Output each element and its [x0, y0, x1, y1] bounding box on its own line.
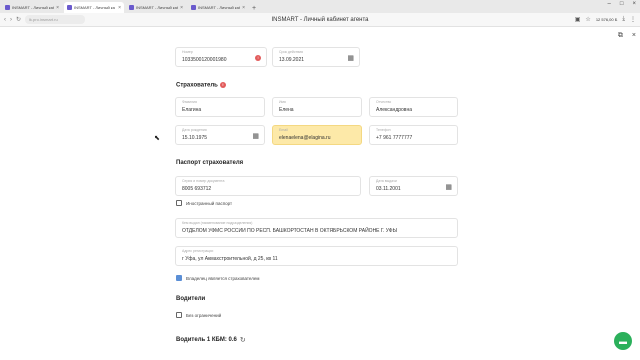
forward-icon[interactable]: ›	[10, 17, 12, 23]
document-date-field[interactable]: Срок действия 13.09.2021 ▦	[272, 47, 360, 67]
field-value: Елагина	[182, 107, 202, 113]
field-label: Email	[279, 128, 288, 132]
unlimited-drivers-checkbox[interactable]: Без ограничений	[176, 312, 221, 318]
field-label: Имя	[279, 100, 286, 104]
window-controls: – □ ×	[608, 1, 636, 7]
field-label: Серия и номер документа	[182, 179, 225, 183]
tab-label: INSMART - Личный кабин	[12, 5, 54, 10]
minimize-icon[interactable]: –	[608, 1, 611, 7]
new-tab-icon[interactable]: +	[252, 5, 256, 12]
checkbox-label: Владелец является страхователем	[186, 275, 260, 281]
address-bar: ‹ › ↻ lk.pro.insmart.ru INSMART - Личный…	[0, 13, 640, 27]
tab-close-icon[interactable]: ×	[118, 5, 121, 11]
checkbox-label: Иностранный паспорт	[186, 200, 233, 206]
field-value: Елена	[279, 107, 294, 113]
balance-badge[interactable]: 12 576,00 Б	[596, 17, 618, 22]
field-label: Отчество	[376, 100, 392, 104]
phone-field[interactable]: Телефон +7 961 7777777	[369, 125, 458, 145]
owner-is-insured-checkbox[interactable]: Владелец является страхователем	[176, 275, 260, 281]
passport-series-field[interactable]: Серия и номер документа 8005 693712	[175, 176, 361, 196]
field-value: 1033500120001980	[182, 57, 227, 63]
tab-label: INSMART - Личный каб	[198, 5, 241, 10]
patronymic-field[interactable]: Отчество Александровна	[369, 97, 458, 117]
calendar-icon[interactable]: ▦	[445, 183, 452, 191]
chat-bubble-icon: ▬	[619, 336, 627, 346]
maximize-icon[interactable]: □	[620, 1, 624, 7]
field-label: Телефон	[376, 128, 391, 132]
field-value: 15.10.1975	[182, 135, 208, 141]
birth-date-field[interactable]: Дата рождения 15.10.1975 ▦	[175, 125, 265, 145]
passport-section-title: Паспорт страхователя	[176, 160, 244, 166]
calendar-icon[interactable]: ▦	[252, 132, 259, 140]
back-icon[interactable]: ‹	[4, 17, 6, 23]
site-favicon-icon	[129, 5, 134, 10]
email-field[interactable]: Email elenaelena@elagina.ru	[272, 125, 362, 145]
field-label: Дата выдачи	[376, 179, 397, 183]
field-label: Номер	[182, 50, 193, 54]
calendar-icon[interactable]: ▦	[347, 54, 354, 62]
field-value: +7 961 7777777	[376, 135, 413, 141]
page-title: INSMART - Личный кабинет агента	[271, 16, 369, 23]
tab-close-icon[interactable]: ×	[242, 5, 245, 11]
side-panel-icons: ⧉ ×	[618, 32, 636, 40]
field-value: Александровна	[376, 107, 412, 113]
field-value: 8005 693712	[182, 186, 212, 192]
field-label: Фамилия	[182, 100, 197, 104]
error-icon: !	[219, 82, 226, 88]
issued-by-field[interactable]: Кем выдан (наименование подразделения) О…	[175, 218, 458, 238]
mouse-cursor-icon: ⬉	[154, 135, 160, 142]
field-value: 13.09.2021	[279, 57, 305, 63]
field-value: 03.11.2001	[376, 186, 401, 192]
checkbox-box[interactable]	[176, 312, 182, 318]
site-favicon-icon	[191, 5, 196, 10]
tab-close-icon[interactable]: ×	[180, 5, 183, 11]
insured-section-title: Страхователь!	[176, 82, 226, 89]
browser-tab-strip: INSMART - Личный кабин × INSMART - Личны…	[0, 0, 640, 13]
toolbar-right: ▣ ☆ 12 576,00 Б ⤓ ⋮	[575, 16, 636, 23]
foreign-passport-checkbox[interactable]: Иностранный паспорт	[176, 200, 232, 206]
first-name-field[interactable]: Имя Елена	[272, 97, 362, 117]
tab-label: INSMART - Личный каб	[136, 5, 179, 10]
close-panel-icon[interactable]: ×	[632, 32, 636, 40]
browser-tab[interactable]: INSMART - Личный каб ×	[126, 2, 186, 13]
field-value: г Уфа, ул Акмахстроительной, д 25, кв 11	[182, 256, 278, 262]
menu-icon[interactable]: ⋮	[630, 16, 636, 23]
site-favicon-icon	[5, 5, 10, 10]
field-label: Срок действия	[279, 50, 303, 54]
last-name-field[interactable]: Фамилия Елагина	[175, 97, 265, 117]
reload-icon[interactable]: ↻	[16, 16, 21, 23]
driver-kbm-text: Водитель 1 КБМ: 0.6	[176, 337, 237, 343]
tab-close-icon[interactable]: ×	[56, 5, 59, 11]
drivers-section-title: Водители	[176, 296, 206, 302]
bookmark-icon[interactable]: ☆	[585, 16, 590, 23]
field-value: ОТДЕЛОМ УФМС РОССИИ ПО РЕСП. БАШКОРТОСТА…	[182, 228, 398, 234]
document-number-field[interactable]: Номер 1033500120001980 !	[175, 47, 267, 67]
registration-address-field[interactable]: Адрес регистрации г Уфа, ул Акмахстроите…	[175, 246, 458, 266]
url-field[interactable]: lk.pro.insmart.ru	[25, 15, 86, 24]
error-icon: !	[255, 55, 261, 61]
browser-tab-active[interactable]: INSMART - Личный ка ×	[64, 2, 124, 13]
checkbox-box[interactable]	[176, 200, 182, 206]
field-label: Адрес регистрации	[182, 249, 214, 253]
checkbox-box[interactable]	[176, 275, 182, 281]
browser-tab[interactable]: INSMART - Личный каб ×	[188, 2, 248, 13]
insured-title-text: Страхователь	[176, 82, 218, 89]
site-favicon-icon	[67, 5, 72, 10]
tab-label: INSMART - Личный ка	[74, 5, 115, 10]
field-label: Кем выдан (наименование подразделения)	[182, 221, 253, 225]
checkbox-label: Без ограничений	[186, 312, 222, 318]
passport-issue-date-field[interactable]: Дата выдачи 03.11.2001 ▦	[369, 176, 458, 196]
field-value: elenaelena@elagina.ru	[279, 135, 331, 141]
download-icon[interactable]: ⤓	[622, 16, 625, 23]
close-window-icon[interactable]: ×	[632, 1, 636, 7]
url-text: lk.pro.insmart.ru	[29, 17, 58, 22]
tabs-icon[interactable]: ▣	[575, 16, 581, 23]
copy-icon[interactable]: ⧉	[618, 32, 623, 40]
browser-tab[interactable]: INSMART - Личный кабин ×	[2, 2, 62, 13]
refresh-icon[interactable]: ↻	[240, 336, 246, 344]
driver-kbm-row: Водитель 1 КБМ: 0.6 ↻	[176, 336, 246, 344]
chat-widget-button[interactable]: ▬	[614, 332, 632, 350]
field-label: Дата рождения	[182, 128, 207, 132]
